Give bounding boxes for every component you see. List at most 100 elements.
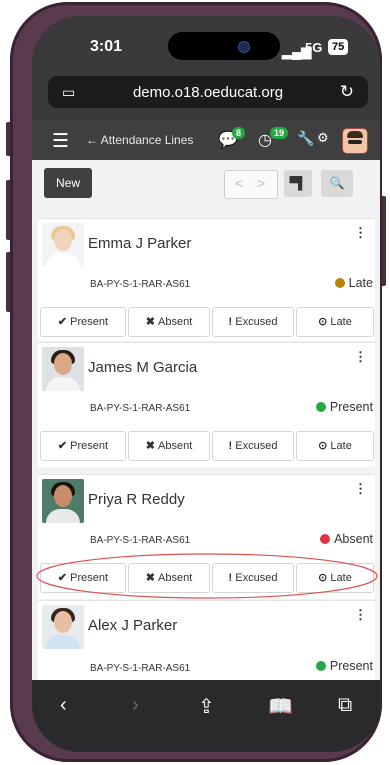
student-photo [42, 479, 84, 523]
battery-icon: 75 [328, 39, 349, 55]
student-photo [42, 223, 84, 267]
main-content: New < > ▀▌ 🔍 Emma J Parker ⋮ BA-PY-S-1-RAR… [32, 160, 380, 680]
attendance-card[interactable]: Priya R Reddy ⋮ BA-PY-S-1-RAR-AS61 Absent ✔ … [38, 474, 375, 599]
attendance-card[interactable]: Alex J Parker ⋮ BA-PY-S-1-RAR-AS61 Present [38, 600, 375, 680]
check-icon: ✔ [57, 440, 71, 452]
student-name[interactable]: Emma J Parker [88, 235, 191, 252]
status-dot-icon [315, 402, 326, 412]
pager: < > [224, 170, 278, 199]
status-text: Absent [334, 532, 373, 546]
status-badge: Absent [320, 532, 373, 546]
activity-badge: 19 [270, 127, 289, 139]
clock-icon: ⊙ [318, 440, 331, 452]
absent-label: Absent [158, 316, 193, 328]
late-label: Late [330, 316, 352, 328]
share-icon[interactable]: ⇪ [198, 694, 215, 719]
status-text: Late [348, 276, 373, 290]
action-buttons: ✔ Present ✖ Absent! Excused ⊙ Late [38, 307, 375, 337]
student-photo [42, 347, 84, 391]
check-icon: ✔ [57, 316, 71, 328]
action-buttons: ✔ Present ✖ Absent! Excused ⊙ Late [38, 563, 375, 593]
session-code: BA-PY-S-1-RAR-AS61 [90, 663, 191, 674]
absent-button[interactable]: ✖ Absent [128, 431, 210, 461]
status-bar: 3:01 ▂▄▆ 5G 75 [32, 16, 380, 74]
clock-icon: ⊙ [318, 316, 331, 328]
address-bar[interactable]: ▭ demo.o18.oeducat.org ↻ [48, 76, 368, 108]
clock-time: 3:01 [90, 38, 123, 55]
breadcrumb[interactable]: ← Attendance Lines [86, 133, 193, 147]
check-icon: ✔ [57, 572, 71, 584]
hamburger-icon[interactable]: ☰ [52, 130, 69, 153]
clock-icon: ⊙ [318, 572, 331, 584]
present-label: Present [70, 316, 109, 328]
late-button[interactable]: ⊙ Late [296, 431, 374, 461]
app-navbar: ☰ ← Attendance Lines 💬 8 ◷ 19 🔧 ⚙ [32, 120, 380, 160]
status-dot-icon [315, 661, 326, 671]
present-label: Present [70, 572, 109, 584]
late-label: Late [330, 440, 352, 452]
gears-icon[interactable]: ⚙ [317, 130, 329, 146]
book-icon[interactable]: 📖 [268, 694, 293, 719]
late-button[interactable]: ⊙ Late [296, 563, 374, 593]
present-button[interactable]: ✔ Present [40, 307, 126, 337]
absent-button[interactable]: ✖ Absent [128, 307, 210, 337]
kebab-icon[interactable]: ⋮ [354, 607, 367, 623]
search-button[interactable]: 🔍 [321, 170, 353, 197]
status-badge: Present [315, 659, 373, 673]
wrench-icon[interactable]: 🔧 [297, 130, 314, 147]
back-icon[interactable]: ‹ [60, 694, 67, 717]
phone-frame: 3:01 ▂▄▆ 5G 75 ▭ demo.o18.oeducat.org ↻ … [10, 2, 382, 762]
late-button[interactable]: ⊙ Late [296, 307, 374, 337]
user-avatar[interactable] [342, 128, 368, 154]
kebab-icon[interactable]: ⋮ [354, 349, 367, 365]
present-button[interactable]: ✔ Present [40, 563, 126, 593]
cross-icon: ✖ [145, 316, 159, 328]
status-dot-icon [334, 278, 345, 288]
action-buttons: ✔ Present ✖ Absent! Excused ⊙ Late [38, 431, 375, 461]
session-code: BA-PY-S-1-RAR-AS61 [90, 279, 191, 290]
network-type: 5G [305, 40, 323, 55]
present-label: Present [70, 440, 109, 452]
excused-label: Excused [235, 316, 278, 328]
absent-label: Absent [158, 440, 193, 452]
status-dot-icon [320, 534, 331, 544]
camera-icon [238, 41, 250, 53]
next-icon[interactable]: > [257, 175, 265, 191]
cross-icon: ✖ [145, 440, 159, 452]
absent-button[interactable]: ✖ Absent [128, 563, 210, 593]
kebab-icon[interactable]: ⋮ [354, 481, 367, 497]
excused-label: Excused [235, 572, 278, 584]
student-name[interactable]: Alex J Parker [88, 617, 177, 634]
student-photo [42, 605, 84, 649]
student-name[interactable]: James M Garcia [88, 359, 197, 376]
phone-screen: 3:01 ▂▄▆ 5G 75 ▭ demo.o18.oeducat.org ↻ … [32, 16, 380, 752]
prev-icon[interactable]: < [235, 175, 243, 191]
browser-toolbar: ‹ › ⇪ 📖 ⧉ [32, 680, 380, 752]
status-text: Present [329, 400, 373, 414]
url-text[interactable]: demo.o18.oeducat.org [48, 84, 368, 101]
tabs-icon[interactable]: ⧉ [338, 694, 352, 717]
reload-icon[interactable]: ↻ [340, 82, 354, 102]
status-badge: Late [334, 276, 373, 290]
cross-icon: ✖ [145, 572, 159, 584]
status-badge: Present [315, 400, 373, 414]
excused-button[interactable]: ! Excused [212, 307, 294, 337]
late-label: Late [330, 572, 352, 584]
new-button[interactable]: New [44, 168, 92, 198]
kebab-icon[interactable]: ⋮ [354, 225, 367, 241]
excused-label: Excused [235, 440, 278, 452]
status-text: Present [329, 659, 373, 673]
session-code: BA-PY-S-1-RAR-AS61 [90, 403, 191, 414]
excused-button[interactable]: ! Excused [212, 563, 294, 593]
dynamic-island [168, 32, 280, 60]
absent-label: Absent [158, 572, 193, 584]
messages-badge: 8 [232, 127, 246, 139]
attendance-card[interactable]: Emma J Parker ⋮ BA-PY-S-1-RAR-AS61 Late ✔ Pr… [38, 218, 375, 341]
present-button[interactable]: ✔ Present [40, 431, 126, 461]
attendance-card[interactable]: James M Garcia ⋮ BA-PY-S-1-RAR-AS61 Present… [38, 342, 375, 467]
session-code: BA-PY-S-1-RAR-AS61 [90, 535, 191, 546]
kanban-view-button[interactable]: ▀▌ [284, 170, 312, 197]
excused-button[interactable]: ! Excused [212, 431, 294, 461]
forward-icon[interactable]: › [132, 694, 139, 717]
student-name[interactable]: Priya R Reddy [88, 491, 185, 508]
